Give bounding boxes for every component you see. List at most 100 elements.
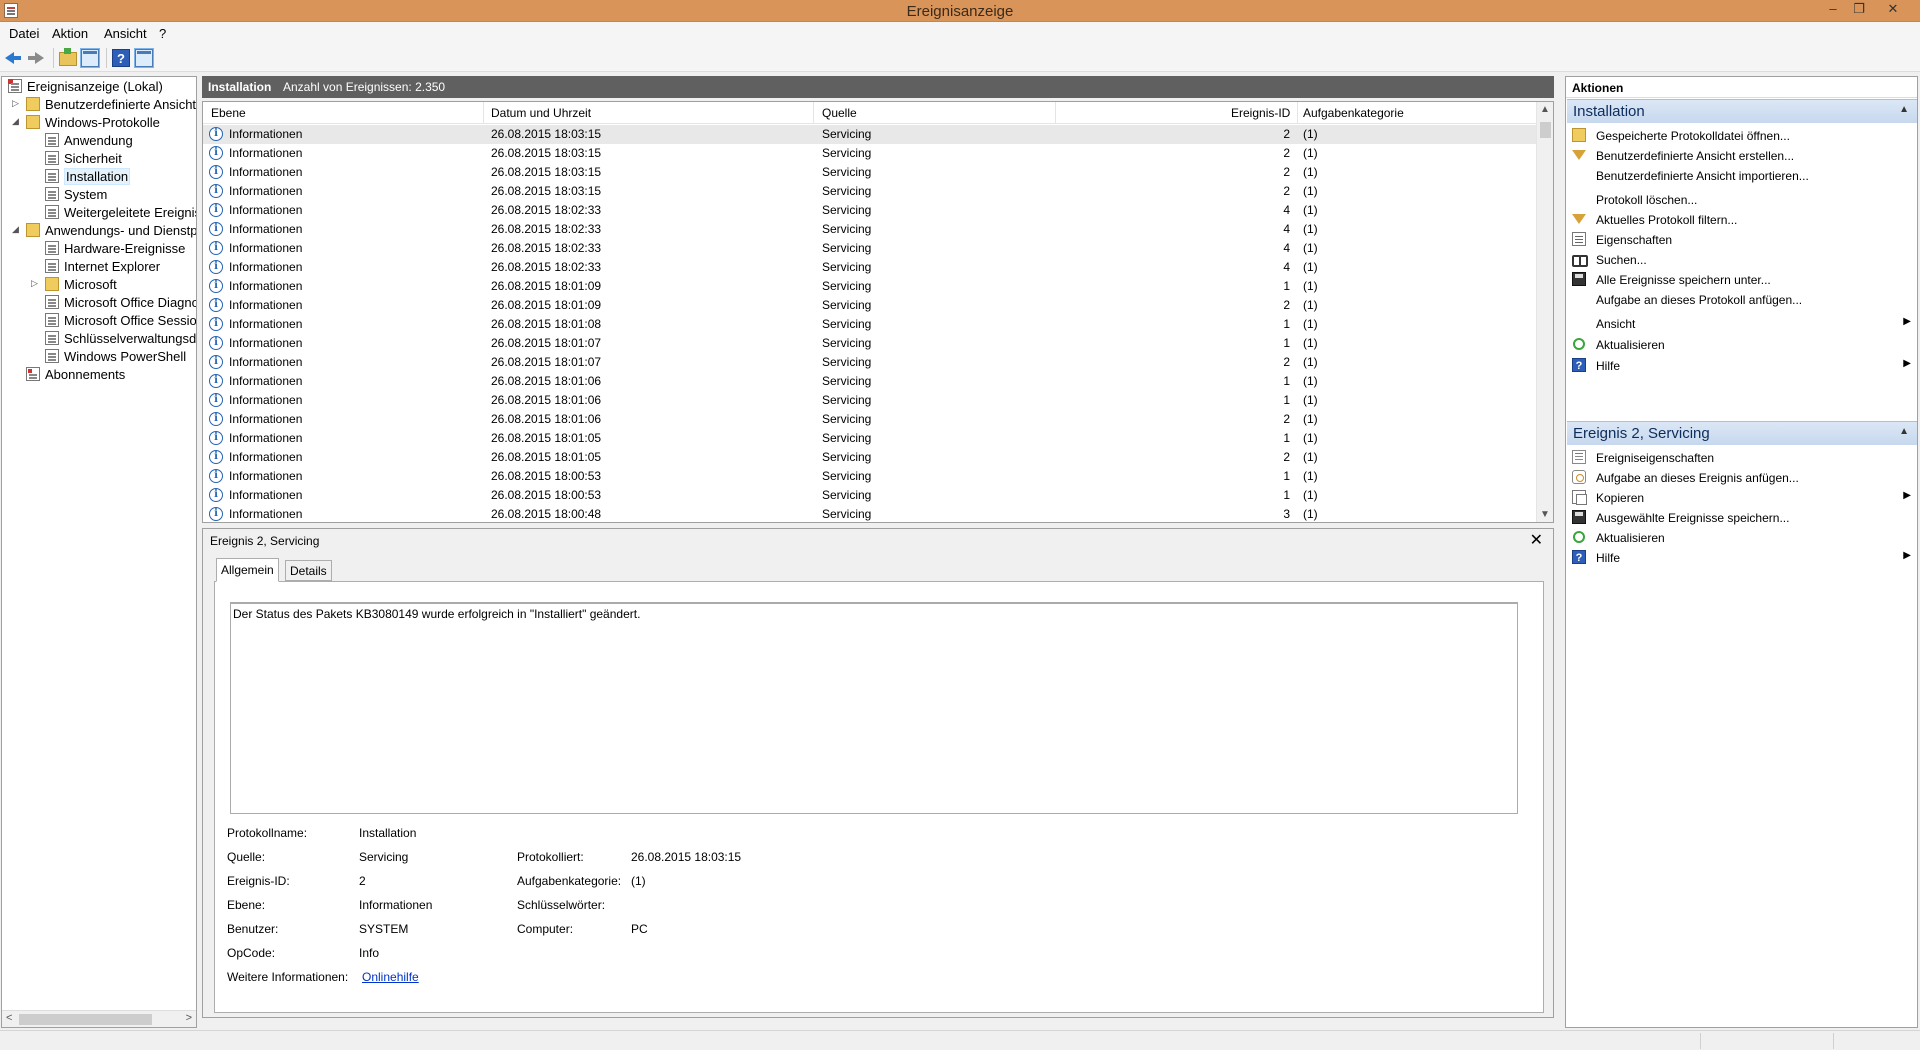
table-row[interactable]: i Informationen 26.08.2015 18:02:33 Servici… xyxy=(203,258,1537,277)
column-header-event-id[interactable]: Ereignis-ID xyxy=(1231,106,1290,120)
actions-section-installation[interactable]: Installation ▲ xyxy=(1567,99,1917,123)
tree-item-key-management[interactable]: Schlüsselverwaltungsdienst xyxy=(45,331,196,349)
expand-arrow-icon[interactable]: ▷ xyxy=(12,98,22,109)
action-item[interactable]: Suchen... xyxy=(1566,249,1917,271)
action-item[interactable]: Kopieren ▶ xyxy=(1566,487,1917,509)
scrollbar-thumb[interactable] xyxy=(19,1014,152,1025)
action-item[interactable]: Aktualisieren xyxy=(1566,527,1917,549)
table-row[interactable]: i Informationen 26.08.2015 18:02:33 Servici… xyxy=(203,220,1537,239)
column-header-date-time[interactable]: Datum und Uhrzeit xyxy=(491,106,591,120)
action-item[interactable]: Aktualisieren xyxy=(1566,334,1917,356)
table-row[interactable]: i Informationen 26.08.2015 18:01:07 Servici… xyxy=(203,334,1537,353)
table-row[interactable]: i Informationen 26.08.2015 18:01:09 Servici… xyxy=(203,296,1537,315)
table-row[interactable]: i Informationen 26.08.2015 18:01:06 Servici… xyxy=(203,410,1537,429)
tree-item-office-sessions[interactable]: Microsoft Office Sessions xyxy=(45,313,196,331)
restore-button[interactable]: ❐ xyxy=(1846,0,1872,20)
table-row[interactable]: i Informationen 26.08.2015 18:02:33 Servici… xyxy=(203,239,1537,258)
close-detail-icon[interactable]: ✕ xyxy=(1530,530,1543,550)
tree-horizontal-scrollbar[interactable]: < > xyxy=(2,1010,196,1027)
table-row[interactable]: i Informationen 26.08.2015 18:02:33 Servici… xyxy=(203,201,1537,220)
up-folder-icon[interactable] xyxy=(59,48,77,66)
tree-item-event-viewer-local[interactable]: Ereignisanzeige (Lokal) xyxy=(8,79,163,97)
column-header-level[interactable]: Ebene xyxy=(211,106,246,120)
action-item[interactable]: Protokoll löschen... xyxy=(1566,189,1917,211)
action-item[interactable]: Gespeicherte Protokolldatei öffnen... xyxy=(1566,125,1917,147)
menu-ansicht[interactable]: Ansicht xyxy=(104,26,147,41)
table-row[interactable]: i Informationen 26.08.2015 18:00:53 Servici… xyxy=(203,467,1537,486)
tree-item-windows-powershell[interactable]: Windows PowerShell xyxy=(45,349,186,367)
tree-item-installation[interactable]: Installation xyxy=(45,168,131,187)
action-item[interactable]: Ereigniseigenschaften xyxy=(1566,447,1917,469)
action-item[interactable]: Benutzerdefinierte Ansicht importieren..… xyxy=(1566,165,1917,187)
tab-general[interactable]: Allgemein xyxy=(216,558,279,582)
table-row[interactable]: i Informationen 26.08.2015 18:00:53 Servici… xyxy=(203,486,1537,505)
action-item[interactable]: Aufgabe an dieses Protokoll anfügen... xyxy=(1566,289,1917,311)
tree-item-custom-views[interactable]: ▷ Benutzerdefinierte Ansichten xyxy=(12,97,196,115)
tree-item-subscriptions[interactable]: Abonnements xyxy=(26,367,125,385)
tree-item-app-service-logs[interactable]: ◢ Anwendungs- und Dienstprotokolle xyxy=(12,223,196,241)
tree-item-microsoft[interactable]: ▷ Microsoft xyxy=(31,277,117,295)
table-row[interactable]: i Informationen 26.08.2015 18:01:06 Servici… xyxy=(203,372,1537,391)
tree-item-security[interactable]: Sicherheit xyxy=(45,151,122,169)
help-icon[interactable]: ? xyxy=(112,49,130,67)
tree-item-system[interactable]: System xyxy=(45,187,107,205)
table-row[interactable]: i Informationen 26.08.2015 18:01:09 Servici… xyxy=(203,277,1537,296)
table-row[interactable]: i Informationen 26.08.2015 18:01:05 Servici… xyxy=(203,429,1537,448)
table-row[interactable]: i Informationen 26.08.2015 18:03:15 Servici… xyxy=(203,182,1537,201)
menu-datei[interactable]: Datei xyxy=(9,26,39,41)
column-divider[interactable] xyxy=(1055,102,1056,124)
actions-section-event[interactable]: Ereignis 2, Servicing ▲ xyxy=(1567,421,1917,445)
expand-arrow-icon[interactable]: ▷ xyxy=(31,278,41,289)
show-hide-action-pane-icon[interactable] xyxy=(134,48,154,68)
action-item[interactable]: Ansicht ▶ xyxy=(1566,313,1917,335)
action-item[interactable]: ? Hilfe ▶ xyxy=(1566,355,1917,377)
tree-item-hardware-events[interactable]: Hardware-Ereignisse xyxy=(45,241,185,259)
column-header-source[interactable]: Quelle xyxy=(822,106,857,120)
collapse-section-icon[interactable]: ▲ xyxy=(1899,426,1909,437)
online-help-link[interactable]: Onlinehilfe xyxy=(362,970,419,984)
table-row[interactable]: i Informationen 26.08.2015 18:00:48 Servici… xyxy=(203,505,1537,522)
table-row[interactable]: i Informationen 26.08.2015 18:03:15 Servici… xyxy=(203,125,1537,144)
table-row[interactable]: i Informationen 26.08.2015 18:03:15 Servici… xyxy=(203,144,1537,163)
information-icon: i xyxy=(209,222,223,236)
minimize-button[interactable]: – xyxy=(1820,0,1846,20)
scroll-left-icon[interactable]: < xyxy=(6,1012,12,1024)
scroll-down-icon[interactable]: ▼ xyxy=(1540,509,1550,520)
action-item[interactable]: Aktuelles Protokoll filtern... xyxy=(1566,209,1917,231)
close-window-button[interactable]: ✕ xyxy=(1880,0,1906,20)
scrollbar-thumb[interactable] xyxy=(1540,122,1551,138)
tree-item-office-diagnostics[interactable]: Microsoft Office Diagnostics xyxy=(45,295,196,313)
action-item[interactable]: Ausgewählte Ereignisse speichern... xyxy=(1566,507,1917,529)
collapse-arrow-icon[interactable]: ◢ xyxy=(12,224,22,235)
collapse-section-icon[interactable]: ▲ xyxy=(1899,104,1909,115)
table-row[interactable]: i Informationen 26.08.2015 18:01:05 Servici… xyxy=(203,448,1537,467)
tree-item-windows-logs[interactable]: ◢ Windows-Protokolle xyxy=(12,115,160,133)
column-divider[interactable] xyxy=(1297,102,1298,124)
event-message[interactable]: Der Status des Pakets KB3080149 wurde er… xyxy=(230,602,1518,814)
tree-item-internet-explorer[interactable]: Internet Explorer xyxy=(45,259,160,277)
scroll-right-icon[interactable]: > xyxy=(186,1012,192,1024)
table-row[interactable]: i Informationen 26.08.2015 18:03:15 Servici… xyxy=(203,163,1537,182)
action-item[interactable]: Benutzerdefinierte Ansicht erstellen... xyxy=(1566,145,1917,167)
forward-arrow-icon[interactable] xyxy=(27,49,45,67)
table-row[interactable]: i Informationen 26.08.2015 18:01:07 Servici… xyxy=(203,353,1537,372)
column-divider[interactable] xyxy=(483,102,484,124)
table-row[interactable]: i Informationen 26.08.2015 18:01:08 Servici… xyxy=(203,315,1537,334)
table-row[interactable]: i Informationen 26.08.2015 18:01:06 Servici… xyxy=(203,391,1537,410)
column-divider[interactable] xyxy=(813,102,814,124)
tree-item-application[interactable]: Anwendung xyxy=(45,133,133,151)
event-list-vertical-scrollbar[interactable]: ▲ ▼ xyxy=(1536,102,1553,522)
action-item[interactable]: Eigenschaften xyxy=(1566,229,1917,251)
action-item[interactable]: Alle Ereignisse speichern unter... xyxy=(1566,269,1917,291)
scroll-up-icon[interactable]: ▲ xyxy=(1540,104,1550,115)
menu-aktion[interactable]: Aktion xyxy=(52,26,88,41)
show-hide-tree-icon[interactable] xyxy=(80,48,100,68)
collapse-arrow-icon[interactable]: ◢ xyxy=(12,116,22,127)
back-arrow-icon[interactable] xyxy=(4,49,22,67)
column-header-task-category[interactable]: Aufgabenkategorie xyxy=(1303,106,1404,120)
tree-item-forwarded-events[interactable]: Weitergeleitete Ereignisse xyxy=(45,205,196,223)
tab-details[interactable]: Details xyxy=(285,560,332,581)
action-item[interactable]: Aufgabe an dieses Ereignis anfügen... xyxy=(1566,467,1917,489)
action-item[interactable]: ? Hilfe ▶ xyxy=(1566,547,1917,569)
menu-help[interactable]: ? xyxy=(159,26,166,41)
